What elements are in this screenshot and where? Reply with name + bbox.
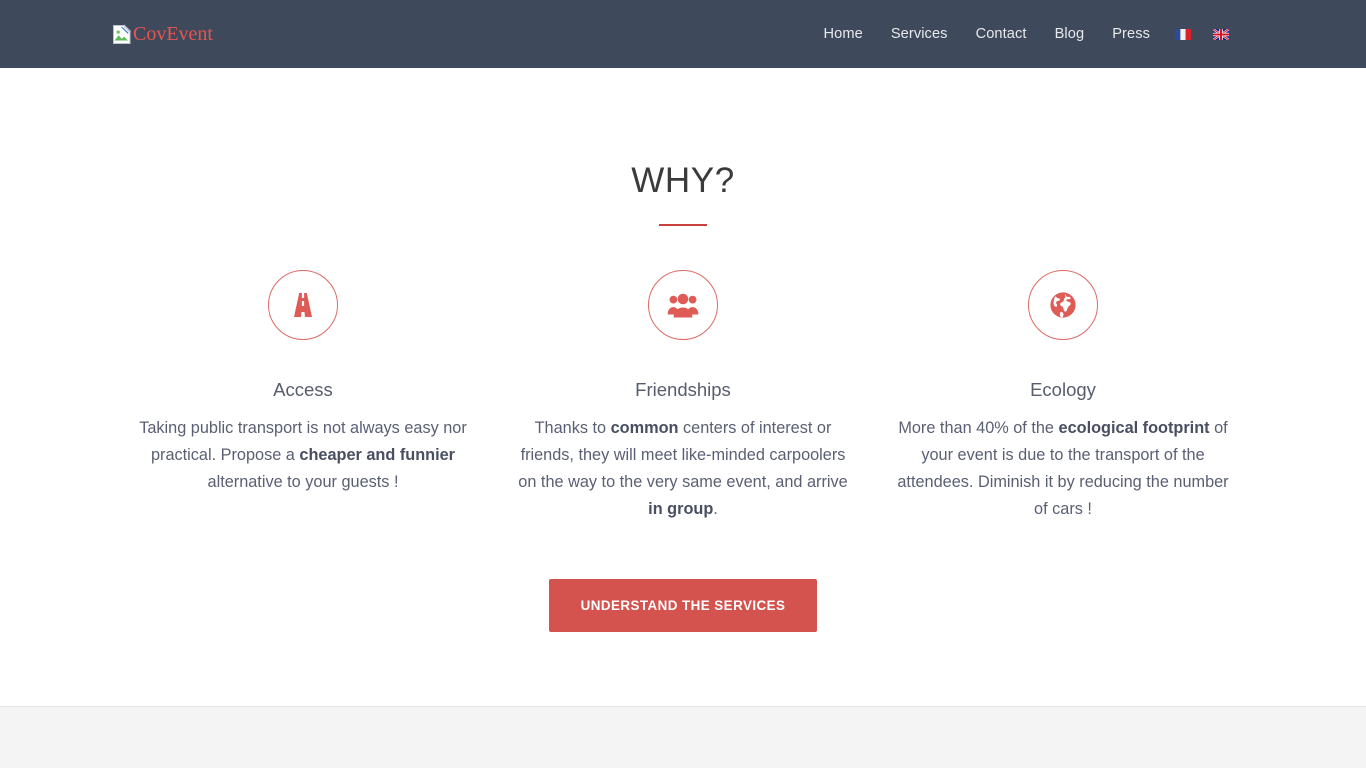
nav-link-press[interactable]: Press — [1098, 26, 1164, 42]
feature-icon-circle-friendships — [648, 270, 718, 340]
brand-alt-text: CovEvent — [133, 22, 213, 45]
feature-ecology: Ecology More than 40% of the ecological … — [873, 270, 1253, 523]
feature-title-access: Access — [273, 379, 333, 400]
feature-text-access: Taking public transport is not always ea… — [139, 419, 467, 491]
broken-image-icon — [112, 23, 132, 45]
users-icon — [667, 293, 699, 318]
road-icon — [294, 293, 312, 317]
globe-icon — [1050, 292, 1076, 318]
feature-text-ecology: More than 40% of the ecological footprin… — [897, 419, 1229, 518]
feature-icon-circle-access — [268, 270, 338, 340]
brand-logo-link[interactable]: CovEvent — [112, 19, 213, 49]
understand-the-services-button[interactable]: UNDERSTAND THE SERVICES — [548, 579, 818, 632]
language-switch-french[interactable] — [1164, 28, 1202, 40]
nav-link-contact[interactable]: Contact — [962, 26, 1041, 42]
main-navigation: Home Services Contact Blog Press — [809, 26, 1240, 42]
lower-section-band — [0, 706, 1366, 768]
flag-united-kingdom-icon — [1213, 28, 1229, 40]
feature-access: Access Taking public transport is not al… — [113, 270, 493, 523]
nav-link-blog[interactable]: Blog — [1041, 26, 1099, 42]
language-switch-english[interactable] — [1202, 28, 1240, 40]
page-title: WHY? — [631, 161, 735, 200]
feature-icon-circle-ecology — [1028, 270, 1098, 340]
feature-title-ecology: Ecology — [1030, 379, 1096, 400]
site-header: CovEvent Home Services Contact Blog Pres… — [0, 0, 1366, 68]
feature-text-friendships: Thanks to common centers of interest or … — [518, 419, 848, 518]
cta-wrapper: UNDERSTAND THE SERVICES — [0, 579, 1366, 632]
nav-link-home[interactable]: Home — [809, 26, 876, 42]
nav-link-services[interactable]: Services — [877, 26, 962, 42]
feature-friendships: Friendships Thanks to common centers of … — [493, 270, 873, 523]
flag-france-icon — [1175, 28, 1191, 40]
feature-title-friendships: Friendships — [635, 379, 731, 400]
feature-columns: Access Taking public transport is not al… — [113, 226, 1253, 523]
why-section: WHY? Access Taking public transport is n… — [0, 68, 1366, 706]
